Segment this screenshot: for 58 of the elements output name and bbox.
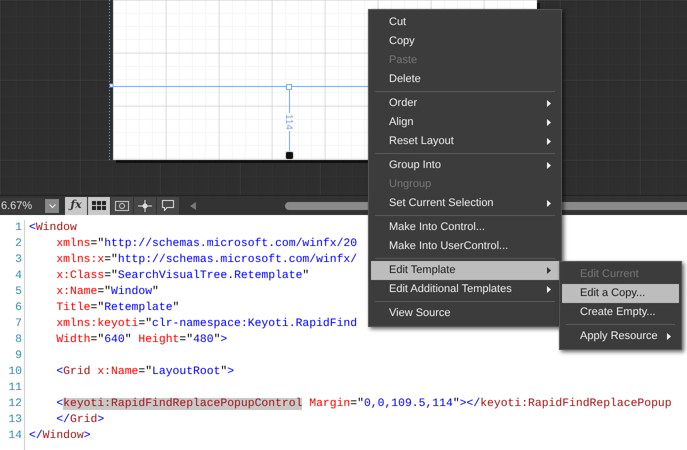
code-line: Width="640" Height="480"> — [55, 332, 228, 348]
snap-grid-icon — [115, 200, 129, 210]
line-number: 11 — [8, 381, 22, 396]
menu-item[interactable]: Order — [371, 94, 559, 113]
menu-item[interactable]: Set Current Selection — [371, 194, 559, 213]
menu-item[interactable]: Delete — [371, 70, 559, 89]
code-line: Title="Retemplate" — [55, 300, 180, 316]
code-line: </Grid> — [55, 412, 104, 428]
crosshair-icon — [138, 200, 152, 212]
menu-item[interactable]: Make Into UserControl... — [371, 237, 559, 256]
zoom-field[interactable]: 6.67% — [0, 198, 44, 214]
line-number: 4 — [15, 269, 22, 284]
toolbar-toggle-button[interactable] — [88, 196, 110, 214]
margin-handle-icon — [285, 151, 294, 160]
toolbar-toggle-button[interactable] — [111, 196, 133, 214]
code-line: xmlns:keyoti="clr-namespace:Keyoti.RapidFind — [55, 316, 358, 332]
menu-item[interactable]: Reset Layout — [371, 132, 559, 151]
line-number: 10 — [8, 365, 22, 380]
code-line: x:Name="Window" — [55, 284, 159, 300]
line-number: 3 — [15, 253, 22, 268]
line-number: 12 — [8, 397, 22, 412]
scroll-left-icon[interactable] — [190, 202, 196, 210]
line-number: 6 — [15, 301, 22, 316]
line-number: 9 — [15, 349, 22, 364]
code-line: <Window — [29, 220, 77, 236]
line-number: 1 — [15, 221, 22, 236]
line-number: 13 — [8, 413, 22, 428]
line-number: 8 — [15, 333, 22, 348]
speech-bubble-icon — [162, 200, 174, 211]
zoom-dropdown-button[interactable] — [45, 198, 59, 212]
menu-item[interactable]: Create Empty... — [562, 303, 679, 322]
menu-item[interactable]: Group Into — [371, 156, 559, 175]
margin-label: 114 — [282, 113, 293, 131]
toolbar-toggle-button[interactable] — [134, 196, 156, 214]
menu-item[interactable]: View Source — [371, 304, 559, 323]
code-line: xmlns="http://schemas.microsoft.com/winfx/20 — [55, 236, 358, 252]
line-number: 14 — [8, 429, 22, 444]
code-line: <Grid x:Name="LayoutRoot"> — [55, 364, 234, 380]
grid-icon — [92, 200, 106, 210]
selection-handle[interactable] — [286, 84, 292, 90]
menu-item[interactable]: Apply Resource — [562, 327, 679, 346]
menu-item[interactable]: Make Into Control... — [371, 218, 559, 237]
toolbar-toggle-button[interactable] — [157, 196, 179, 214]
menu-item[interactable]: Edit Additional Templates — [371, 280, 559, 299]
menu-item[interactable]: Cut — [371, 13, 559, 32]
menu-item[interactable]: Edit Template — [371, 261, 559, 280]
code-line: xmlns:x="http://schemas.microsoft.com/winfx/ — [55, 252, 358, 268]
line-number: 2 — [15, 237, 22, 252]
menu-item[interactable]: Copy — [371, 32, 559, 51]
menu-item[interactable]: Edit a Copy... — [562, 284, 679, 303]
menu-item[interactable]: Align — [371, 113, 559, 132]
chevron-down-icon — [48, 204, 56, 208]
line-number: 5 — [15, 285, 22, 300]
line-number: 7 — [15, 317, 22, 332]
code-line: x:Class="SearchVisualTree.Retemplate" — [55, 268, 310, 284]
toolbar-toggle-button[interactable]: ƒx — [65, 196, 87, 214]
code-line: </Window> — [29, 428, 91, 444]
code-line: <keyoti:RapidFindReplacePopupControl Margin="0,0,109.5,114"></keyoti:RapidFindReplacePopup — [55, 396, 672, 412]
